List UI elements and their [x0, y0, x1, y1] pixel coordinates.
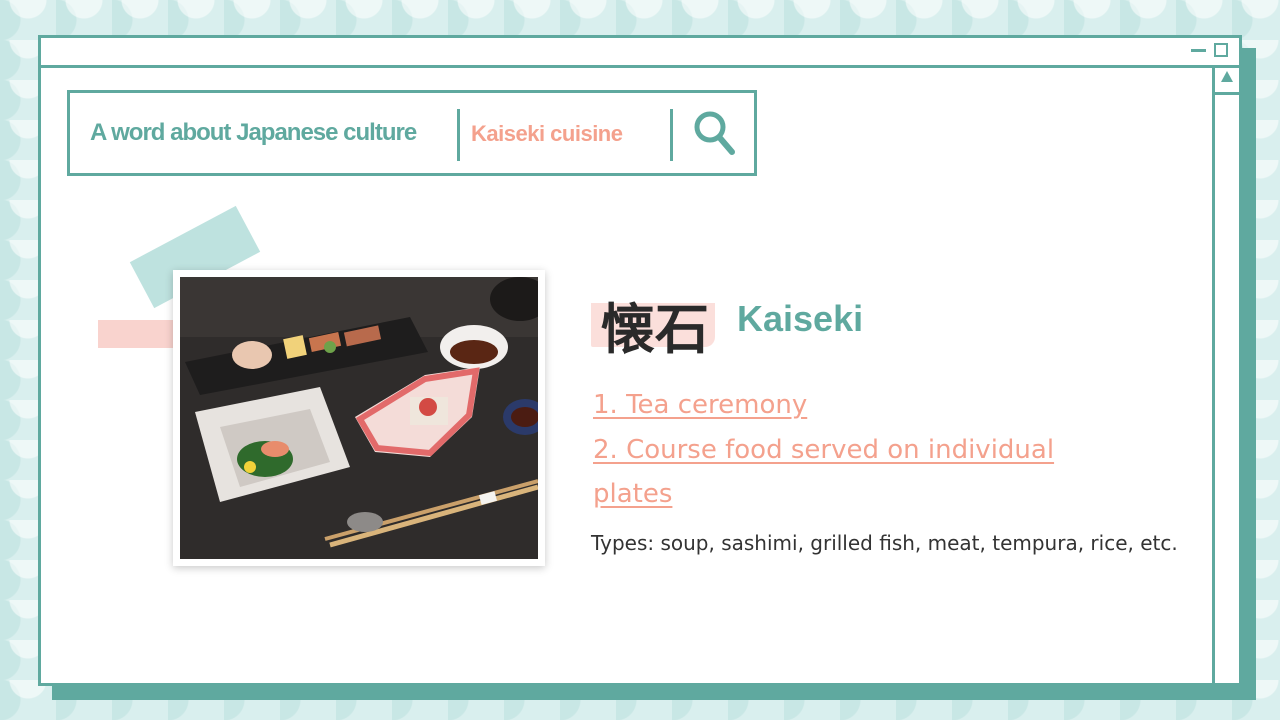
types-text: Types: soup, sashimi, grilled fish, meat…	[591, 531, 1178, 555]
minimize-icon[interactable]	[1191, 49, 1206, 52]
kaiseki-photo-frame	[173, 270, 545, 566]
search-bar-title: A word about Japanese culture	[90, 119, 417, 146]
search-bar-divider	[457, 109, 460, 161]
search-icon[interactable]	[692, 109, 736, 159]
scrollbar[interactable]	[1212, 65, 1239, 683]
search-bar-divider	[670, 109, 673, 161]
word-romaji: Kaiseki	[737, 298, 864, 339]
kaiseki-meal-photo	[180, 277, 538, 559]
scroll-up-arrow-icon[interactable]	[1215, 65, 1239, 95]
maximize-icon[interactable]	[1214, 43, 1228, 57]
word-japanese: 懐石	[601, 298, 709, 361]
definition-2-link[interactable]: 2. Course food served on individual plat…	[593, 428, 1063, 516]
window-titlebar	[41, 38, 1239, 68]
browser-window: A word about Japanese culture Kaiseki cu…	[38, 35, 1242, 686]
definition-1-link[interactable]: 1. Tea ceremony	[593, 383, 1063, 427]
search-bar[interactable]: A word about Japanese culture Kaiseki cu…	[67, 90, 757, 176]
search-query[interactable]: Kaiseki cuisine	[471, 121, 623, 147]
